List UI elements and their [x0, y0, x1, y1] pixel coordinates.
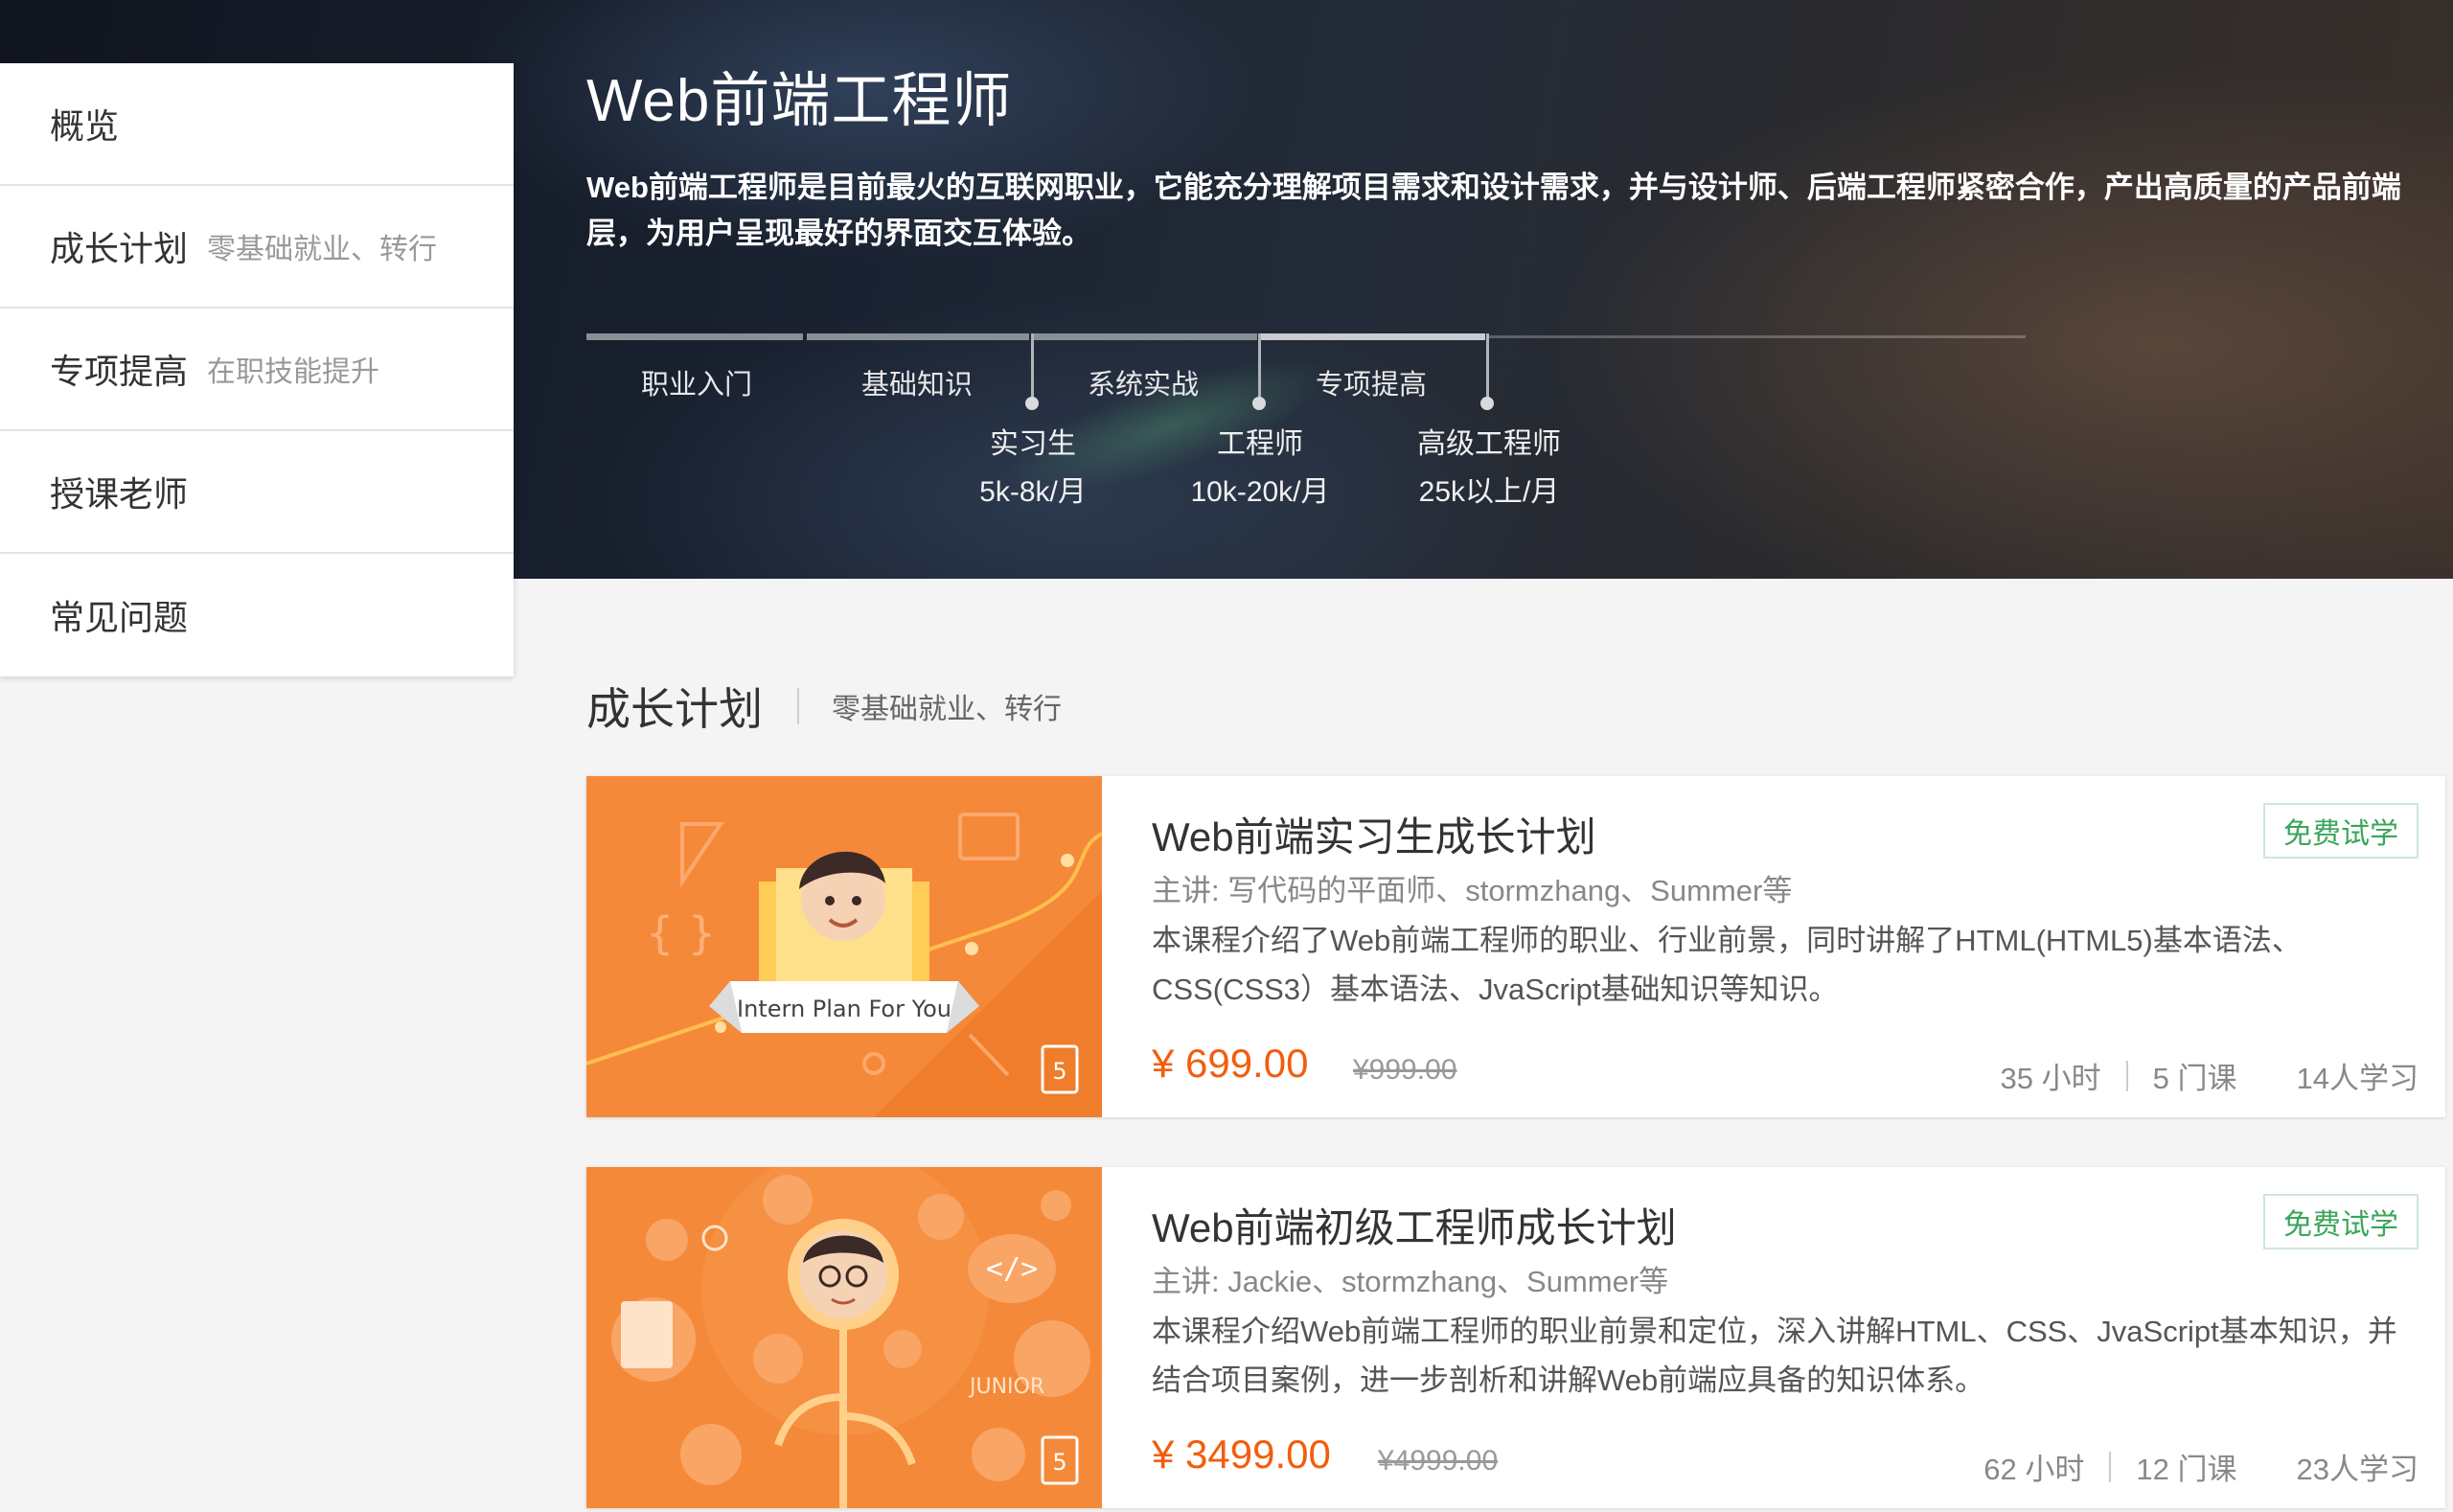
- free-trial-button[interactable]: 免费试学: [2263, 1194, 2419, 1249]
- course-lesson-count: 5 门课: [2152, 1062, 2237, 1095]
- course-info: Web前端实习生成长计划 主讲: 写代码的平面师、stormzhang、Summ…: [1152, 776, 2445, 1117]
- level-role: 工程师: [1217, 428, 1303, 460]
- level-salary: 25k以上/月: [1418, 476, 1560, 508]
- sidebar-item-growth-plan[interactable]: 成长计划 零基础就业、转行: [0, 186, 514, 309]
- sidebar-item-teachers[interactable]: 授课老师: [0, 431, 514, 554]
- course-price: ¥ 3499.00: [1152, 1432, 1331, 1477]
- thumb-caption: Intern Plan For You: [737, 996, 951, 1022]
- stats-divider: [2125, 1060, 2128, 1091]
- sidebar-item-label: 专项提高: [50, 352, 189, 391]
- milestone-stem: [1031, 333, 1034, 402]
- stage-label: 专项提高: [1315, 370, 1427, 401]
- milestone-dot: [1025, 397, 1039, 410]
- sidebar-item-label: 概览: [50, 106, 120, 146]
- stats-divider: [2109, 1451, 2112, 1482]
- sidebar-nav: 概览 成长计划 零基础就业、转行 专项提高 在职技能提升 授课老师 常见问题: [0, 63, 514, 676]
- section-subtitle: 零基础就业、转行: [832, 694, 1062, 725]
- course-description: 本课程介绍了Web前端工程师的职业、行业前景，同时讲解了HTML(HTML5)基…: [1152, 924, 2302, 1006]
- sidebar-item-label: 常见问题: [50, 598, 189, 637]
- course-teacher: 主讲: 写代码的平面师、stormzhang、Summer等: [1152, 874, 1793, 907]
- course-title[interactable]: Web前端实习生成长计划: [1152, 805, 1596, 863]
- section-divider: [797, 688, 799, 724]
- svg-text:5: 5: [1052, 1449, 1066, 1476]
- milestone-dot: [1480, 397, 1494, 410]
- stage-label: 系统实战: [1087, 370, 1199, 401]
- course-student-count: 14人学习: [2296, 1062, 2419, 1095]
- sidebar-item-sublabel: 零基础就业、转行: [207, 234, 438, 265]
- level-senior-engineer: 高级工程师 25k以上/月: [1374, 425, 1604, 512]
- thumb-caption: JUNIOR: [968, 1375, 1044, 1399]
- junior-illustration: </> JUNIOR 5: [586, 1167, 1102, 1508]
- course-card-junior[interactable]: </> JUNIOR 5 Web前端初级工程师成长计划 主讲: Jackie、s…: [586, 1167, 2445, 1508]
- section-heading: 成长计划 零基础就业、转行: [586, 675, 1062, 738]
- level-salary: 10k-20k/月: [1190, 476, 1330, 508]
- page-title: Web前端工程师: [586, 68, 1013, 134]
- svg-text:{ }: { }: [646, 907, 716, 959]
- level-salary: 5k-8k/月: [979, 476, 1087, 508]
- course-price: ¥ 699.00: [1152, 1041, 1309, 1086]
- level-intern: 实习生 5k-8k/月: [918, 425, 1148, 512]
- course-teacher: 主讲: Jackie、stormzhang、Summer等: [1152, 1265, 1669, 1298]
- track-segment: [1033, 333, 1257, 340]
- sidebar-item-label: 成长计划: [50, 229, 189, 268]
- course-hours: 35 小时: [2000, 1062, 2101, 1095]
- course-stats: 62 小时 12 门课 23人学习: [1983, 1445, 2419, 1488]
- course-thumbnail[interactable]: { } Intern Plan For You 5: [586, 776, 1102, 1117]
- sidebar-item-special-improvement[interactable]: 专项提高 在职技能提升: [0, 309, 514, 431]
- track-segment: [1261, 333, 1485, 340]
- level-engineer: 工程师 10k-20k/月: [1145, 425, 1375, 512]
- course-card-intern[interactable]: { } Intern Plan For You 5 Web前端实习生成长计划 主…: [586, 776, 2445, 1117]
- course-hours: 62 小时: [1983, 1453, 2085, 1486]
- track-remaining: [1489, 335, 2026, 338]
- track-segment: [807, 333, 1029, 340]
- svg-text:5: 5: [1052, 1058, 1066, 1085]
- hero-description: Web前端工程师是目前最火的互联网职业，它能充分理解项目需求和设计需求，并与设计…: [586, 171, 2401, 250]
- sidebar-item-sublabel: 在职技能提升: [207, 356, 380, 388]
- sidebar-item-label: 授课老师: [50, 474, 189, 514]
- course-student-count: 23人学习: [2296, 1453, 2419, 1486]
- stage-label: 职业入门: [640, 370, 752, 401]
- course-stats: 35 小时 5 门课 14人学习: [2001, 1054, 2419, 1097]
- free-trial-button[interactable]: 免费试学: [2263, 803, 2419, 859]
- stage-label: 基础知识: [860, 370, 973, 401]
- sidebar-item-faq[interactable]: 常见问题: [0, 554, 514, 676]
- course-info: Web前端初级工程师成长计划 主讲: Jackie、stormzhang、Sum…: [1152, 1167, 2445, 1508]
- sidebar-item-overview[interactable]: 概览: [0, 63, 514, 186]
- milestone-stem: [1258, 333, 1261, 402]
- course-original-price: ¥999.00: [1353, 1054, 1457, 1086]
- level-role: 实习生: [990, 428, 1076, 460]
- course-lesson-count: 12 门课: [2136, 1453, 2237, 1486]
- course-original-price: ¥4999.00: [1378, 1445, 1499, 1477]
- svg-text:</>: </>: [986, 1252, 1038, 1286]
- milestone-stem: [1486, 333, 1489, 402]
- course-title[interactable]: Web前端初级工程师成长计划: [1152, 1196, 1677, 1254]
- track-segment: [586, 333, 803, 340]
- course-description: 本课程介绍Web前端工程师的职业前景和定位，深入讲解HTML、CSS、JvaSc…: [1152, 1315, 2397, 1397]
- intern-illustration: { } Intern Plan For You 5: [586, 776, 1102, 1117]
- section-title: 成长计划: [586, 684, 763, 734]
- level-role: 高级工程师: [1417, 428, 1561, 460]
- milestone-dot: [1252, 397, 1266, 410]
- course-thumbnail[interactable]: </> JUNIOR 5: [586, 1167, 1102, 1508]
